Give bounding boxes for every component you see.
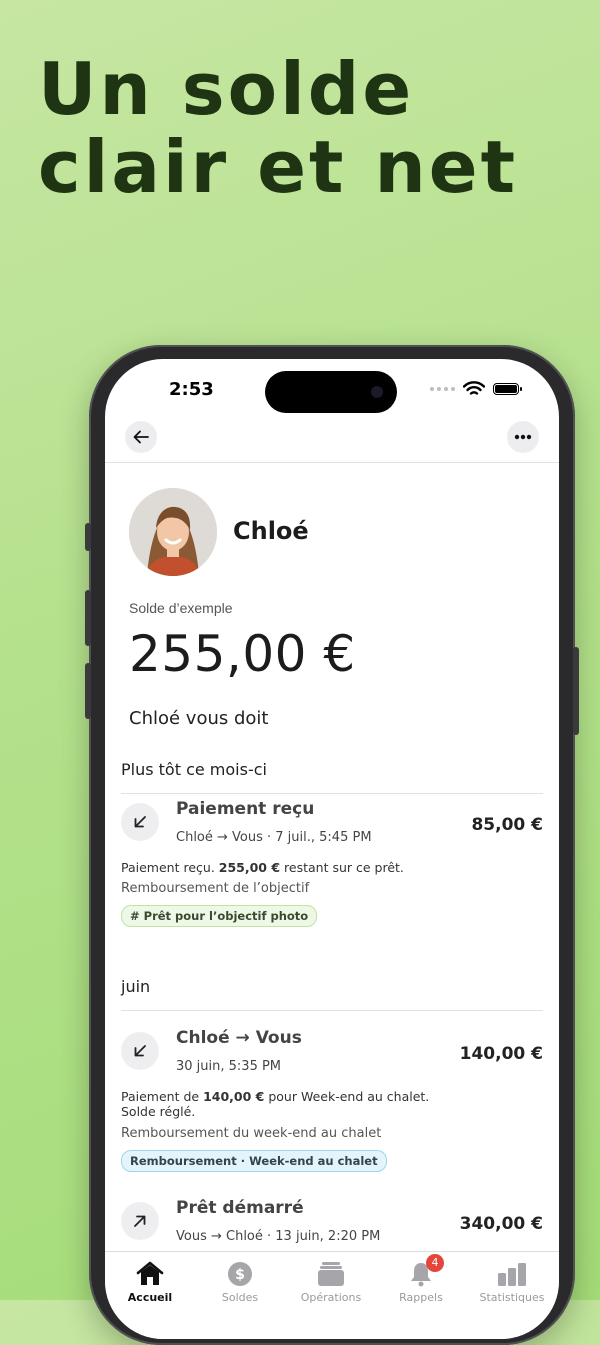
tab-label: Rappels xyxy=(399,1291,443,1304)
tab-bar: Accueil $ Soldes Opérations 4 Rappels St… xyxy=(105,1251,559,1339)
section-divider xyxy=(121,793,543,794)
dollar-icon: $ xyxy=(228,1262,252,1286)
action-button xyxy=(85,523,91,551)
tab-label: Statistiques xyxy=(479,1291,545,1304)
transaction-amount: 85,00 € xyxy=(471,815,543,835)
transaction-note: Remboursement du week-end au chalet xyxy=(121,1126,382,1141)
transaction-subtitle: Chloé → Vous · 7 juil., 5:45 PM xyxy=(176,830,372,845)
balance-summary: Chloé vous doit xyxy=(129,708,269,729)
volume-down-button xyxy=(85,663,91,719)
tab-rappels[interactable]: 4 Rappels xyxy=(376,1254,466,1304)
section-divider xyxy=(121,1010,543,1011)
tab-soldes[interactable]: $ Soldes xyxy=(195,1260,285,1304)
transaction-type-icon xyxy=(121,803,159,841)
transaction-title: Chloé → Vous xyxy=(176,1028,302,1048)
contact-avatar xyxy=(129,488,217,576)
balance-amount: 255,00 € xyxy=(129,625,356,683)
status-icons xyxy=(430,381,522,397)
signal-icon xyxy=(430,387,455,391)
contact-name: Chloé xyxy=(233,517,309,545)
arrow-up-right-icon xyxy=(134,1215,146,1227)
transaction-title: Prêt démarré xyxy=(176,1198,304,1218)
power-button xyxy=(573,647,579,735)
home-icon xyxy=(136,1261,164,1285)
transaction-item[interactable]: Paiement reçu Chloé → Vous · 7 juil., 5:… xyxy=(121,799,543,939)
transaction-type-icon xyxy=(121,1202,159,1240)
transaction-type-icon xyxy=(121,1032,159,1070)
arrow-down-left-icon xyxy=(134,1045,146,1057)
battery-icon xyxy=(493,383,522,395)
back-button[interactable] xyxy=(125,421,157,453)
svg-text:$: $ xyxy=(235,1267,245,1283)
marketing-headline: Un solde clair et net xyxy=(38,50,518,206)
more-options-button[interactable] xyxy=(507,421,539,453)
transaction-item[interactable]: Chloé → Vous 30 juin, 5:35 PM 140,00 € P… xyxy=(121,1028,543,1178)
ellipsis-icon xyxy=(514,434,532,440)
transaction-amount: 340,00 € xyxy=(459,1214,543,1234)
dynamic-island xyxy=(265,371,397,413)
status-time: 2:53 xyxy=(169,379,214,400)
headline-line-1: Un solde xyxy=(38,47,415,131)
stack-icon xyxy=(318,1262,344,1286)
arrow-left-icon xyxy=(133,430,149,444)
transaction-title: Paiement reçu xyxy=(176,799,315,819)
tab-label: Soldes xyxy=(221,1291,259,1304)
headline-line-2: clair et net xyxy=(38,125,519,209)
bar-chart-icon xyxy=(498,1263,526,1286)
transaction-tag-chip[interactable]: # Prêt pour l’objectif photo xyxy=(121,905,318,927)
transaction-item[interactable]: Prêt démarré Vous → Chloé · 13 juin, 2:2… xyxy=(121,1198,543,1258)
transaction-description: Paiement de 140,00 € pour Week-end au ch… xyxy=(121,1089,430,1119)
notification-badge: 4 xyxy=(426,1254,444,1272)
volume-up-button xyxy=(85,590,91,646)
transaction-tag-chip[interactable]: Remboursement · Week-end au chalet xyxy=(121,1150,387,1172)
section-title-june: juin xyxy=(121,977,151,996)
transaction-subtitle: 30 juin, 5:35 PM xyxy=(176,1059,282,1074)
arrow-down-left-icon xyxy=(134,816,146,828)
tab-label: Accueil xyxy=(127,1291,173,1304)
phone-screen: 2:53 Chloé Solde d’exemple 255,00 € Chlo… xyxy=(105,359,559,1339)
transaction-note: Remboursement de l’objectif xyxy=(121,881,310,896)
transaction-description: Paiement reçu. 255,00 € restant sur ce p… xyxy=(121,860,404,875)
tab-statistiques[interactable]: Statistiques xyxy=(467,1260,557,1304)
tab-accueil[interactable]: Accueil xyxy=(105,1260,195,1304)
transaction-subtitle: Vous → Chloé · 13 juin, 2:20 PM xyxy=(176,1229,381,1244)
phone-frame: 2:53 Chloé Solde d’exemple 255,00 € Chlo… xyxy=(85,345,579,1345)
balance-label: Solde d’exemple xyxy=(129,600,233,616)
section-title-this-month: Plus tôt ce mois-ci xyxy=(121,760,267,779)
transaction-amount: 140,00 € xyxy=(459,1044,543,1064)
tab-operations[interactable]: Opérations xyxy=(286,1260,376,1304)
header-divider xyxy=(105,462,559,463)
tab-label: Opérations xyxy=(300,1291,362,1304)
wifi-icon xyxy=(463,381,485,395)
